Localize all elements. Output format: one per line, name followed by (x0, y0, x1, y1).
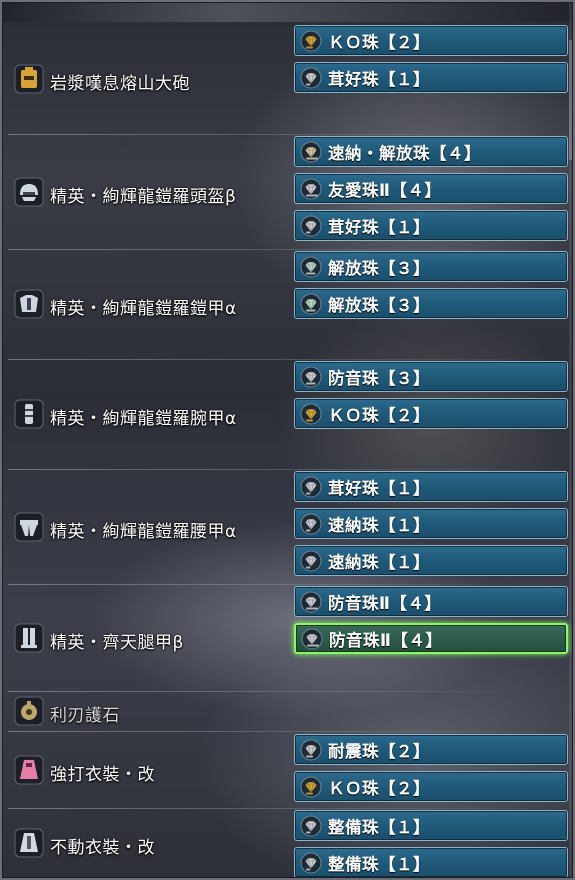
scrollbar-thumb[interactable] (569, 40, 573, 160)
equipment-name: 不動衣裝・改 (50, 838, 155, 858)
decoration-slot[interactable]: 解放珠【３】 (294, 251, 568, 282)
decoration-label: 友愛珠Ⅱ【４】 (328, 180, 442, 200)
arm-armor-icon (14, 399, 44, 429)
decoration-label: 耐震珠【２】 (328, 741, 430, 761)
decoration-label: 防音珠【３】 (328, 368, 430, 388)
equipment-group: 利刃護石 (0, 692, 575, 730)
decoration-slot[interactable]: 整備珠【１】 (294, 810, 568, 841)
decoration-slot[interactable]: 耐震珠【２】 (294, 734, 568, 765)
jewel-lv2-icon (300, 30, 322, 52)
decoration-label: 茸好珠【１】 (328, 478, 430, 498)
decoration-slot[interactable]: ＫＯ珠【２】 (294, 25, 568, 56)
decoration-label: 速納珠【１】 (328, 552, 430, 572)
decoration-label: 速納珠【１】 (328, 515, 430, 535)
jewel-lv4-icon (300, 178, 322, 200)
equipment-name: 精英・齊天腿甲β (50, 632, 184, 653)
jewel-lv1-icon (300, 852, 322, 874)
equipment-row[interactable]: 岩漿嘆息熔山大砲 (0, 59, 300, 99)
equipment-row[interactable]: 精英・絢輝龍鎧羅鎧甲α (0, 284, 300, 324)
window-top-strip (0, 0, 575, 22)
jewel-lv3-icon (300, 256, 322, 278)
equipment-group: 精英・絢輝龍鎧羅鎧甲α 解放珠【３】 解放珠【３】 (0, 250, 575, 358)
jewel-lv3-icon (300, 293, 322, 315)
equipment-name: 岩漿嘆息熔山大砲 (50, 74, 190, 94)
decoration-slot[interactable]: 防音珠【３】 (294, 361, 568, 392)
decoration-slot[interactable]: 防音珠Ⅱ【４】 (294, 586, 568, 617)
leg-armor-icon (14, 623, 44, 653)
equipment-row[interactable]: 精英・齊天腿甲β (0, 618, 300, 658)
equipment-row[interactable]: 精英・絢輝龍鎧羅腰甲α (0, 507, 300, 547)
decoration-slot[interactable]: 茸好珠【１】 (294, 471, 568, 502)
decoration-label: 速納・解放珠【４】 (328, 143, 481, 163)
decoration-label: 整備珠【１】 (328, 817, 430, 837)
jewel-lv1-icon (300, 550, 322, 572)
decoration-label: 茸好珠【１】 (328, 69, 430, 89)
group-divider (8, 731, 568, 732)
equipment-group: 強打衣裝・改 耐震珠【２】 ＫＯ珠【２】 (0, 733, 575, 807)
equipment-group: 不動衣裝・改 整備珠【１】 整備珠【１】 (0, 809, 575, 878)
decoration-slot[interactable]: ＫＯ珠【２】 (294, 771, 568, 802)
decoration-slot[interactable]: 整備珠【１】 (294, 847, 568, 878)
decoration-slot[interactable]: 茸好珠【１】 (294, 210, 568, 241)
equipment-row[interactable]: 不動衣裝・改 (0, 823, 300, 863)
equipment-name: 精英・絢輝龍鎧羅腰甲α (50, 521, 237, 542)
immovable-mantle-icon (14, 828, 44, 858)
jewel-lv1-icon (300, 513, 322, 535)
equipment-name: 精英・絢輝龍鎧羅腕甲α (50, 409, 237, 429)
decoration-slot[interactable]: 速納珠【１】 (294, 545, 568, 576)
decoration-slot[interactable]: 速納珠【１】 (294, 508, 568, 539)
power-mantle-icon (14, 755, 44, 785)
decoration-label: ＫＯ珠【２】 (328, 32, 430, 52)
equipment-row[interactable]: 精英・絢輝龍鎧羅頭盔β (0, 172, 300, 212)
decoration-label: 整備珠【１】 (328, 854, 430, 874)
equipment-name: 精英・絢輝龍鎧羅頭盔β (50, 186, 237, 207)
decoration-slot-selected[interactable]: 防音珠Ⅱ【４】 (294, 623, 568, 654)
jewel-lv4-icon (300, 591, 322, 613)
jewel-lv2-icon (300, 776, 322, 798)
decoration-slot[interactable]: ＫＯ珠【２】 (294, 398, 568, 429)
equipment-group: 岩漿嘆息熔山大砲 ＫＯ珠【２】 茸好珠【１】 (0, 25, 575, 133)
jewel-lv1-icon (300, 476, 322, 498)
jewel-lv1-icon (300, 67, 322, 89)
equipment-group: 精英・齊天腿甲β 防音珠Ⅱ【４】 防音珠Ⅱ【４】 (0, 585, 575, 690)
equipment-row[interactable]: 利刃護石 (0, 691, 300, 731)
decoration-slot[interactable]: 友愛珠Ⅱ【４】 (294, 173, 568, 204)
jewel-lv2-icon (300, 739, 322, 761)
equipment-group: 精英・絢輝龍鎧羅腕甲α 防音珠【３】 ＫＯ珠【２】 (0, 360, 575, 468)
decoration-slot[interactable]: 解放珠【３】 (294, 288, 568, 319)
decoration-label: ＫＯ珠【２】 (328, 405, 430, 425)
decoration-slot[interactable]: 速納・解放珠【４】 (294, 136, 568, 167)
decoration-label: ＫＯ珠【２】 (328, 778, 430, 798)
jewel-lv4-icon (300, 141, 322, 163)
equipment-group: 精英・絢輝龍鎧羅腰甲α 茸好珠【１】 速納珠【１】 速納珠【１】 (0, 470, 575, 583)
equipment-name: 強打衣裝・改 (50, 765, 155, 785)
jewel-lv1-icon (300, 215, 322, 237)
waist-armor-icon (14, 512, 44, 542)
helm-armor-icon (14, 177, 44, 207)
jewel-lv3-icon (300, 366, 322, 388)
decoration-label: 解放珠【３】 (328, 295, 430, 315)
equipment-group: 精英・絢輝龍鎧羅頭盔β 速納・解放珠【４】 友愛珠Ⅱ【４】 茸好珠【１】 (0, 135, 575, 248)
equipment-name: 精英・絢輝龍鎧羅鎧甲α (50, 299, 237, 319)
decoration-label: 解放珠【３】 (328, 258, 430, 278)
jewel-lv2-icon (300, 403, 322, 425)
charm-icon (14, 696, 44, 726)
decoration-label: 防音珠Ⅱ【４】 (329, 630, 443, 650)
equipment-row[interactable]: 精英・絢輝龍鎧羅腕甲α (0, 394, 300, 434)
equipment-name: 利刃護石 (50, 706, 120, 726)
great-cannon-weapon-icon (14, 64, 44, 94)
jewel-lv1-icon (300, 815, 322, 837)
chest-armor-icon (14, 289, 44, 319)
jewel-lv4-icon (301, 628, 323, 650)
decoration-label: 茸好珠【１】 (328, 217, 430, 237)
decoration-slot[interactable]: 茸好珠【１】 (294, 62, 568, 93)
equipment-row[interactable]: 強打衣裝・改 (0, 750, 300, 790)
decoration-label: 防音珠Ⅱ【４】 (328, 593, 442, 613)
